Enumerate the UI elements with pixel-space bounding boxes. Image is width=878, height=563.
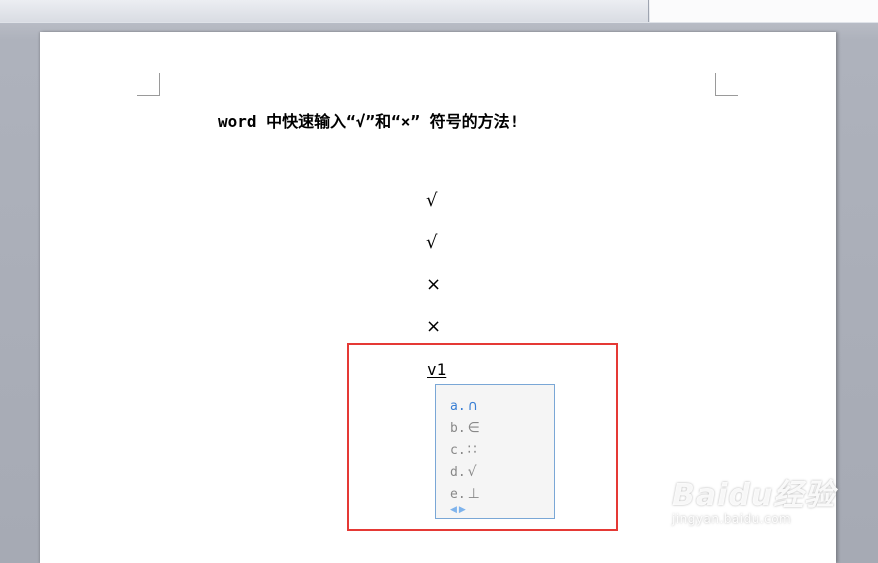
checkmark-line-2: √ [426, 232, 438, 253]
candidate-symbol: ∈ [467, 420, 480, 436]
candidate-symbol: ∷ [467, 442, 477, 458]
document-title: word 中快速输入“√”和“×” 符号的方法! [218, 112, 520, 131]
ime-candidate-window[interactable]: a. ∩ b. ∈ c. ∷ d. √ e. ⊥ ◀▶ [435, 384, 555, 519]
candidate-symbol: √ [467, 464, 477, 480]
candidate-item-a[interactable]: a. ∩ [450, 395, 554, 417]
cross-line-1: × [426, 274, 442, 295]
page-arrows-icon[interactable]: ◀▶ [450, 505, 468, 515]
baidu-watermark: Baidu经验 jingyan.baidu.com [672, 470, 852, 526]
candidate-symbol: ∩ [467, 398, 478, 414]
top-bar-right [650, 0, 878, 22]
candidate-key: c. [450, 443, 466, 458]
candidate-key: e. [450, 487, 466, 502]
watermark-url: jingyan.baidu.com [672, 512, 792, 526]
watermark-logo: Baidu经验 [672, 478, 836, 513]
candidate-item-c[interactable]: c. ∷ [450, 439, 554, 461]
window-top-bar [0, 0, 878, 24]
candidate-symbol: ⊥ [467, 486, 480, 502]
candidate-key: a. [450, 399, 466, 414]
candidate-key: b. [450, 421, 466, 436]
crop-mark-top-left [137, 73, 160, 96]
cross-line-2: × [426, 316, 442, 337]
checkmark-line-1: √ [426, 190, 438, 211]
crop-mark-top-right [715, 73, 738, 96]
ribbon-area [0, 0, 649, 22]
candidate-key: d. [450, 465, 466, 480]
candidate-item-b[interactable]: b. ∈ [450, 417, 554, 439]
candidate-item-d[interactable]: d. √ [450, 461, 554, 483]
candidate-item-e[interactable]: e. ⊥ [450, 483, 554, 505]
